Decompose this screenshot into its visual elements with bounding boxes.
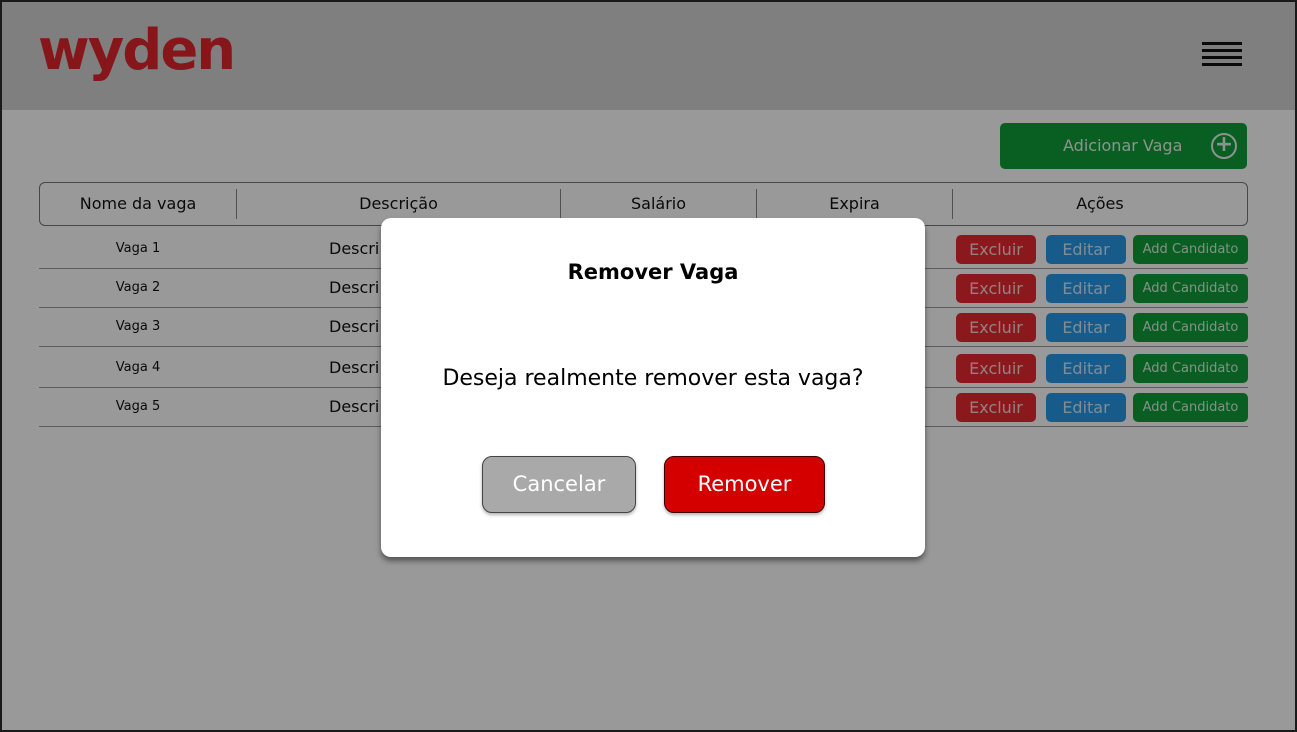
remove-button[interactable]: Remover — [664, 456, 825, 513]
remove-vaga-dialog: Remover Vaga Deseja realmente remover es… — [381, 218, 925, 557]
cancel-button[interactable]: Cancelar — [482, 456, 636, 513]
app-window: wyden Adicionar Vaga + Nome da vaga Desc… — [0, 0, 1297, 732]
dialog-title: Remover Vaga — [567, 260, 739, 284]
dialog-message: Deseja realmente remover esta vaga? — [442, 366, 864, 391]
